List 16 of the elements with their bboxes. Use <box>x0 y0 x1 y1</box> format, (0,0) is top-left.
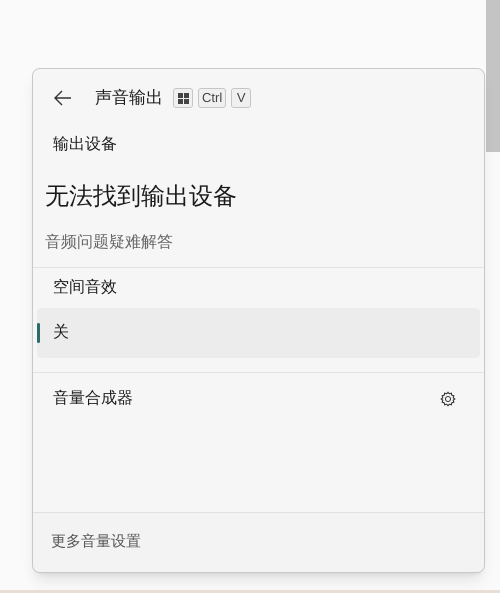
option-item[interactable]: 关 <box>37 308 480 358</box>
section-label: 输出设备 <box>52 134 118 155</box>
keyboard-key: V <box>231 88 252 108</box>
back-arrow-icon <box>54 90 72 106</box>
status-heading: 无法找到输出设备 <box>45 182 237 212</box>
keyboard-key: Ctrl <box>198 88 226 108</box>
more-settings-link[interactable]: 更多音量设置 <box>51 531 141 554</box>
selection-indicator <box>37 323 40 343</box>
flyout-title: 声音输出 <box>95 87 163 110</box>
scrollbar[interactable] <box>486 0 500 152</box>
mixer-label[interactable]: 音量合成器 <box>53 387 133 411</box>
settings-icon[interactable] <box>440 391 456 407</box>
windows-logo-icon <box>178 92 188 104</box>
section-label: 空间音效 <box>53 278 117 298</box>
troubleshoot-link[interactable]: 音频问题疑难解答 <box>45 231 173 255</box>
back-button[interactable] <box>53 88 73 108</box>
